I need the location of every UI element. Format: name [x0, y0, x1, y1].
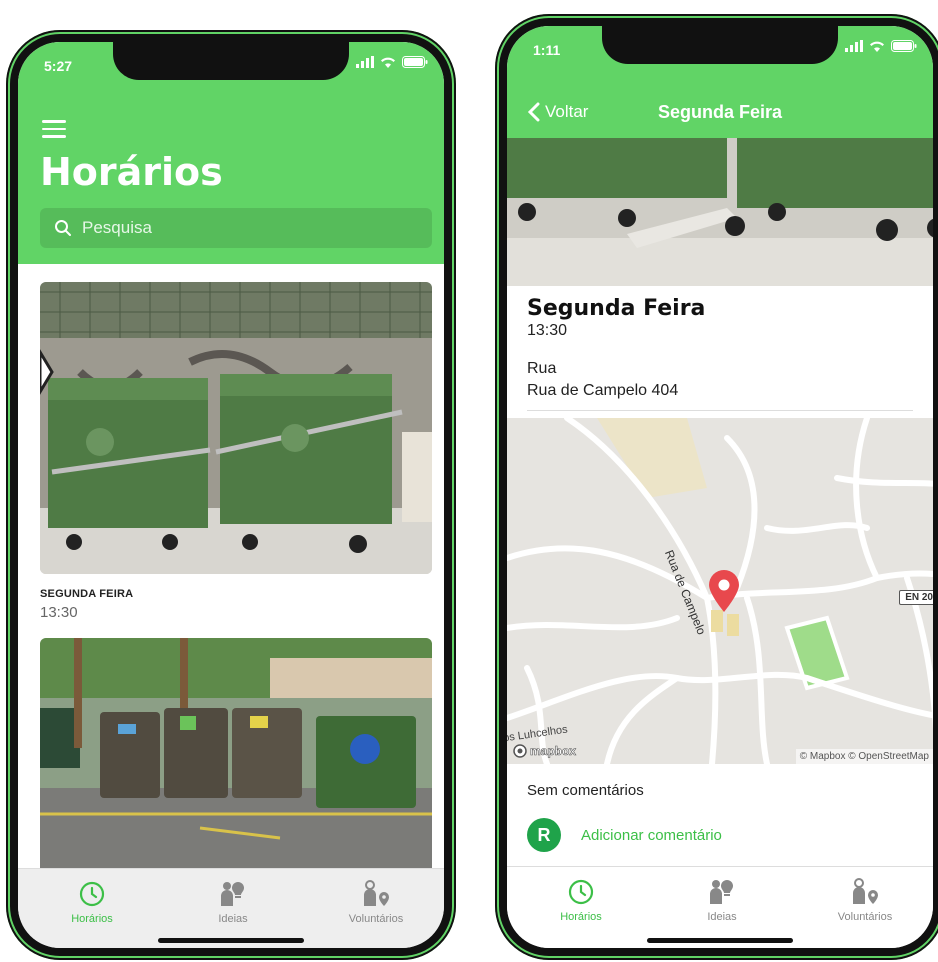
map-attribution[interactable]: © Mapbox © OpenStreetMap — [795, 749, 933, 764]
detail-time: 13:30 — [527, 322, 568, 339]
signal-icon — [356, 56, 374, 68]
wifi-icon — [870, 41, 884, 52]
card-day: SEGUNDA FEIRA — [40, 588, 134, 600]
battery-icon — [402, 56, 428, 68]
tab-horarios[interactable]: Horários — [32, 879, 152, 925]
tab-bar: Horários Ideias Voluntários — [507, 866, 933, 948]
people-idea-icon — [221, 882, 244, 906]
map-pin-icon[interactable] — [707, 570, 741, 612]
tab-voluntarios[interactable]: Voluntários — [316, 879, 436, 925]
tab-ideias[interactable]: Ideias — [173, 879, 293, 925]
tab-bar: Horários Ideias Voluntários — [18, 868, 444, 948]
wifi-icon — [381, 57, 395, 68]
mapbox-logo[interactable]: mapbox — [513, 744, 576, 758]
comments-empty: Sem comentários — [527, 782, 644, 799]
tab-ideias[interactable]: Ideias — [662, 877, 782, 923]
notch — [113, 42, 349, 80]
status-time: 5:27 — [44, 58, 73, 74]
card-time: 13:30 — [40, 604, 78, 621]
mapbox-logo-icon — [513, 744, 527, 758]
search-placeholder: Pesquisa — [82, 218, 152, 237]
mapbox-logo-text: mapbox — [530, 744, 577, 759]
street-value: Rua de Campelo 404 — [527, 382, 679, 399]
schedule-card-image[interactable] — [40, 638, 432, 898]
street-label: Rua — [527, 360, 557, 377]
road-badge: EN 20 — [899, 590, 933, 605]
tab-voluntarios[interactable]: Voluntários — [805, 877, 925, 923]
search-input[interactable]: Pesquisa — [40, 208, 432, 248]
signal-icon — [845, 40, 863, 52]
map-view[interactable]: Rua de Campelo EN 20 os Luhcelhos mapbox… — [507, 418, 933, 764]
page-title: Horários — [40, 150, 223, 194]
nav-title: Segunda Feira — [657, 102, 783, 122]
phone-frame-left: 5:27 Horários Pesquisa SEGUNDA FEIRA 13:… — [6, 30, 456, 960]
add-comment-button[interactable]: Adicionar comentário — [581, 827, 722, 844]
clock-icon — [568, 879, 594, 905]
tab-label: Horários — [560, 911, 602, 923]
phone-frame-right: 1:11 Voltar Segunda Feira Segunda Feira — [495, 14, 938, 960]
screen-right: 1:11 Voltar Segunda Feira Segunda Feira — [499, 18, 938, 956]
battery-icon — [891, 40, 917, 52]
tab-label: Ideias — [218, 913, 248, 925]
header-photo — [507, 138, 933, 286]
tab-label: Horários — [71, 913, 113, 925]
avatar: R — [527, 818, 561, 852]
search-icon — [55, 220, 71, 236]
people-idea-icon — [710, 880, 733, 904]
notch — [602, 26, 838, 64]
hamburger-menu-icon[interactable] — [42, 120, 66, 138]
home-indicator — [158, 938, 304, 943]
tab-label: Voluntários — [348, 913, 404, 925]
schedule-card-image[interactable] — [40, 282, 432, 574]
person-pin-icon — [853, 878, 878, 904]
screen-left: 5:27 Horários Pesquisa SEGUNDA FEIRA 13:… — [10, 34, 452, 956]
tab-label: Voluntários — [837, 911, 893, 923]
containers-photo — [40, 638, 432, 898]
tab-label: Ideias — [707, 911, 737, 923]
bins-photo — [40, 282, 432, 574]
home-indicator — [647, 938, 793, 943]
clock-icon — [79, 881, 105, 907]
tab-horarios[interactable]: Horários — [521, 877, 641, 923]
person-pin-icon — [364, 880, 389, 906]
status-time: 1:11 — [533, 42, 561, 58]
detail-title: Segunda Feira — [527, 296, 706, 321]
divider — [527, 410, 913, 411]
